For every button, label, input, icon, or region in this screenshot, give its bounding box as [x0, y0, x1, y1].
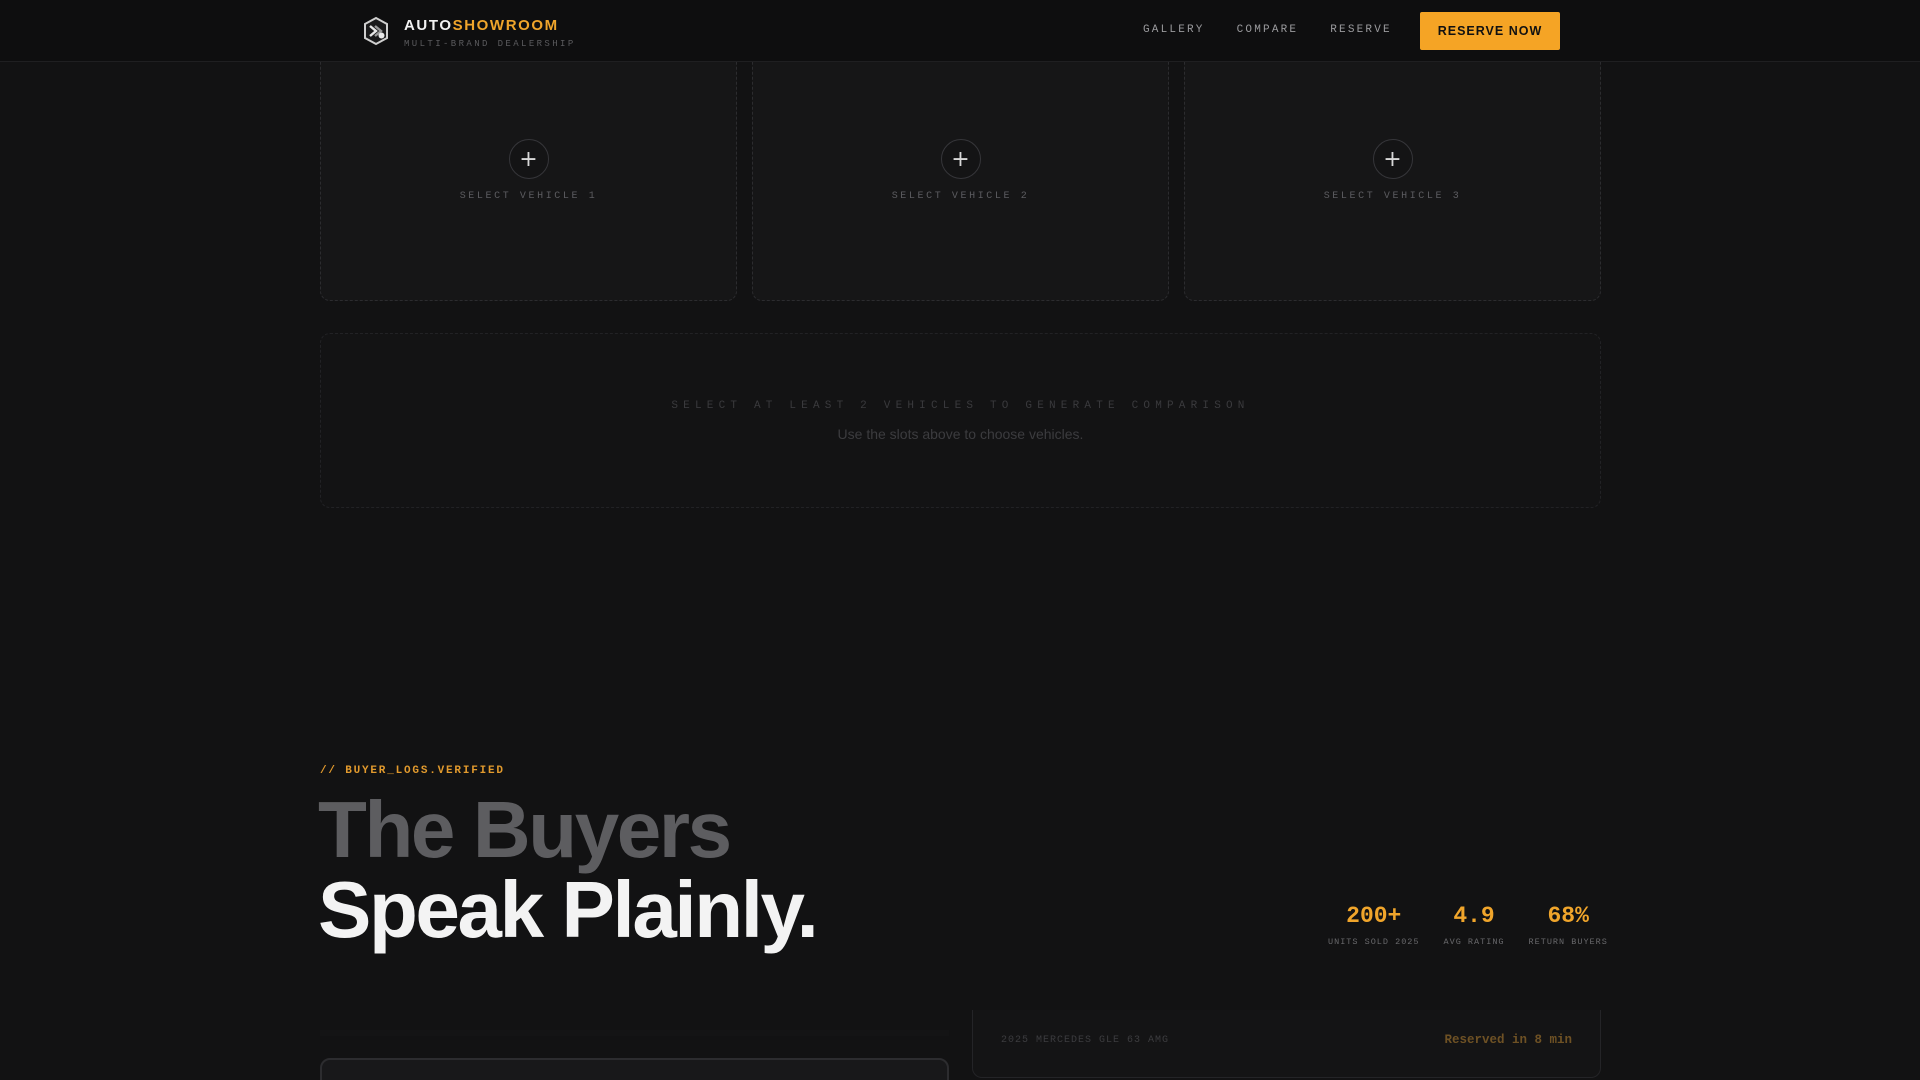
log-vehicle-model: 2025 MERCEDES GLE 63 AMG [1001, 1035, 1170, 1046]
stat-units-sold: 200+ UNITS SOLD 2025 [1328, 903, 1420, 947]
vehicle-slot-3[interactable]: + SELECT VEHICLE 3 [1184, 40, 1601, 301]
headline-line-1: The Buyers [318, 785, 732, 874]
logo-mark-icon [364, 16, 388, 46]
plus-icon[interactable]: + [940, 139, 981, 179]
review-card-shadow [320, 1030, 949, 1036]
stat-avg-rating: 4.9 AVG RATING [1444, 903, 1505, 947]
vehicle-slot-1[interactable]: + SELECT VEHICLE 1 [320, 40, 737, 301]
section-tag: // BUYER_LOGS.VERIFIED [320, 765, 505, 777]
stat-return-buyers: 68% RETURN BUYERS [1529, 903, 1608, 947]
stat-value: 200+ [1346, 903, 1402, 929]
plus-icon[interactable]: + [508, 139, 549, 179]
headline-line-2: Speak Plainly. [318, 865, 819, 954]
main-nav: GALLERY COMPARE RESERVE [1143, 24, 1392, 36]
brand-subtitle: MULTI-BRAND DEALERSHIP [404, 39, 576, 49]
brand-text: AUTOSHOWROOM MULTI-BRAND DEALERSHIP [404, 16, 576, 49]
comparison-subtitle: Use the slots above to choose vehicles. [837, 426, 1084, 442]
reserve-now-button[interactable]: RESERVE NOW [1420, 12, 1560, 50]
stat-value: 68% [1547, 903, 1589, 929]
plus-icon[interactable]: + [1372, 139, 1413, 179]
stat-value: 4.9 [1453, 903, 1495, 929]
top-navbar: AUTOSHOWROOM MULTI-BRAND DEALERSHIP GALL… [0, 0, 1920, 62]
vehicle-slot-2[interactable]: + SELECT VEHICLE 2 [752, 40, 1169, 301]
review-card[interactable] [320, 1058, 949, 1080]
stat-label: UNITS SOLD 2025 [1328, 937, 1420, 947]
section-headline: The Buyers Speak Plainly. [318, 785, 819, 954]
stats-row: 200+ UNITS SOLD 2025 4.9 AVG RATING 68% … [1328, 903, 1608, 947]
stat-label: RETURN BUYERS [1528, 937, 1608, 947]
comparison-title: SELECT AT LEAST 2 VEHICLES TO GENERATE C… [671, 400, 1250, 412]
stat-label: AVG RATING [1443, 937, 1505, 947]
slot-label: SELECT VEHICLE 1 [459, 191, 598, 202]
nav-compare[interactable]: COMPARE [1237, 24, 1299, 36]
brand-name-part2: SHOWROOM [452, 17, 559, 34]
brand-logo[interactable]: AUTOSHOWROOM MULTI-BRAND DEALERSHIP [362, 16, 576, 49]
nav-gallery[interactable]: GALLERY [1143, 24, 1205, 36]
slot-label: SELECT VEHICLE 2 [891, 191, 1030, 202]
log-status: Reserved in 8 min [1444, 1033, 1572, 1047]
comparison-placeholder: SELECT AT LEAST 2 VEHICLES TO GENERATE C… [320, 333, 1601, 508]
brand-name-part1: AUTO [404, 17, 453, 34]
buyer-log-card[interactable]: 2025 MERCEDES GLE 63 AMG Reserved in 8 m… [972, 1010, 1601, 1078]
brand-name: AUTOSHOWROOM [404, 16, 576, 35]
slot-label: SELECT VEHICLE 3 [1323, 191, 1462, 202]
nav-reserve[interactable]: RESERVE [1330, 24, 1392, 36]
